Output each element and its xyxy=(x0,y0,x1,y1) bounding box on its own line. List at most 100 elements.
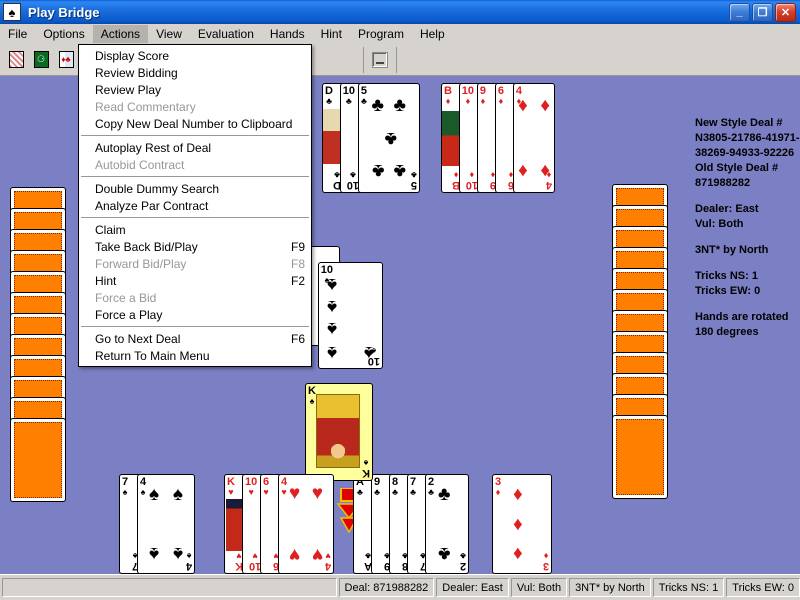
card-suit: ♣ xyxy=(410,488,416,497)
card-suit: ♥ xyxy=(263,488,268,497)
vulnerability-text: Vul: Both xyxy=(695,217,800,232)
trick-card-spade-king: K ♠ K ♠ xyxy=(305,383,373,481)
actions-dropdown-menu: Display Score Review Bidding Review Play… xyxy=(78,44,312,367)
menu-hands[interactable]: Hands xyxy=(262,25,313,43)
menu-help[interactable]: Help xyxy=(412,25,453,43)
menu-bar: File Options Actions View Evaluation Han… xyxy=(0,24,800,44)
status-tricks-ns: Tricks NS: 1 xyxy=(653,578,725,597)
south-card-diamond-3[interactable]: 3 ♦ 3 ♦ ♦ ♦ ♦ xyxy=(492,474,552,574)
menuitem-label: Take Back Bid/Play xyxy=(95,240,198,254)
menuitem-hint[interactable]: Hint F2 xyxy=(79,272,311,289)
menuitem-label: Copy New Deal Number to Clipboard xyxy=(95,117,292,131)
new-style-deal-label: New Style Deal # xyxy=(695,116,800,131)
card-suit: ♦ xyxy=(496,488,501,497)
menu-separator xyxy=(81,326,309,327)
menuitem-claim[interactable]: Claim xyxy=(79,221,311,238)
south-card-heart-4[interactable]: 4 ♥ 4 ♥ ♥ ♥ ♥ ♥ xyxy=(278,474,334,574)
north-card-diamond-4[interactable]: 4 ♦ 4 ♦ ♦ ♦ ♦ ♦ xyxy=(513,83,555,193)
restore-button[interactable]: ❐ xyxy=(752,3,773,22)
menuitem-autoplay-rest-of-deal[interactable]: Autoplay Rest of Deal xyxy=(79,139,311,156)
menuitem-force-a-play[interactable]: Force a Play xyxy=(79,306,311,323)
trick-card-spade-10: 10 ♠ 10 ♠ ♠ ♠ ♠ ♠ ♠ xyxy=(318,262,383,369)
menu-options[interactable]: Options xyxy=(35,25,92,43)
menuitem-label: Analyze Par Contract xyxy=(95,199,208,213)
menu-separator xyxy=(81,135,309,136)
card-back-icon xyxy=(9,51,24,68)
west-card-back[interactable] xyxy=(10,418,66,502)
card-suit: ♥ xyxy=(248,488,253,497)
card-suit: ♣ xyxy=(357,488,363,497)
card-rank: 5 xyxy=(411,179,417,190)
hands-button[interactable]: ♦♣ xyxy=(55,49,77,71)
status-bar: Deal: 871988282 Dealer: East Vul: Both 3… xyxy=(0,574,800,600)
menu-program[interactable]: Program xyxy=(350,25,412,43)
menuitem-read-commentary: Read Commentary xyxy=(79,98,311,115)
old-style-deal-label: Old Style Deal # xyxy=(695,161,800,176)
menuitem-review-play[interactable]: Review Play xyxy=(79,81,311,98)
menuitem-review-bidding[interactable]: Review Bidding xyxy=(79,64,311,81)
status-contract: 3NT* by North xyxy=(569,578,651,597)
deal-button[interactable]: ⚆ xyxy=(30,49,52,71)
card-suit: ♠ xyxy=(141,488,146,497)
menuitem-label: Force a Bid xyxy=(95,291,156,305)
menuitem-label: Claim xyxy=(95,223,126,237)
panel-button[interactable] xyxy=(369,49,391,71)
menuitem-go-to-next-deal[interactable]: Go to Next Deal F6 xyxy=(79,330,311,347)
window-controls: _ ❐ ✕ xyxy=(729,3,796,22)
card-suit: ♣ xyxy=(411,170,417,179)
east-card-back[interactable] xyxy=(612,415,668,499)
dealer-text: Dealer: East xyxy=(695,202,800,217)
new-style-deal-line2: 38269-94933-92226 xyxy=(695,146,800,161)
menuitem-analyze-par-contract[interactable]: Analyze Par Contract xyxy=(79,197,311,214)
close-button[interactable]: ✕ xyxy=(775,3,796,22)
card-suit: ♣ xyxy=(350,170,356,179)
south-card-club-2[interactable]: 2 ♣ 2 ♣ ♣ ♣ xyxy=(425,474,469,574)
menu-evaluation[interactable]: Evaluation xyxy=(190,25,262,43)
spade-icon: ♠ xyxy=(3,3,21,21)
menuitem-autobid-contract: Autobid Contract xyxy=(79,156,311,173)
menuitem-label: Return To Main Menu xyxy=(95,349,210,363)
menu-actions[interactable]: Actions xyxy=(93,25,148,43)
north-card-club-5[interactable]: 5 ♣ 5 ♣ ♣ ♣ ♣ ♣ ♣ xyxy=(358,83,420,193)
deal-info-panel: New Style Deal # N3805-21786-41971- 3826… xyxy=(695,116,800,340)
old-style-deal-value: 871988282 xyxy=(695,176,800,191)
menuitem-return-to-main-menu[interactable]: Return To Main Menu xyxy=(79,347,311,364)
menuitem-double-dummy-search[interactable]: Double Dummy Search xyxy=(79,180,311,197)
card-suit: ♦ xyxy=(454,170,459,179)
card-suit: ♥ xyxy=(228,488,233,497)
status-deal: Deal: 871988282 xyxy=(339,578,435,597)
menu-file[interactable]: File xyxy=(0,25,35,43)
minimize-button[interactable]: _ xyxy=(729,3,750,22)
menuitem-label: Hint xyxy=(95,274,116,288)
menuitem-forward-bid-play: Forward Bid/Play F8 xyxy=(79,255,311,272)
status-dealer: Dealer: East xyxy=(436,578,509,597)
menuitem-label: Go to Next Deal xyxy=(95,332,180,346)
split-hands-icon: ♦♣ xyxy=(59,51,74,68)
green-deal-icon: ⚆ xyxy=(34,51,49,68)
menu-separator xyxy=(81,176,309,177)
panel-icon xyxy=(372,52,388,68)
tricks-ew-text: Tricks EW: 0 xyxy=(695,284,800,299)
card-suit: ♣ xyxy=(374,488,380,497)
rotated-note-line1: Hands are rotated xyxy=(695,310,800,325)
menuitem-take-back-bid-play[interactable]: Take Back Bid/Play F9 xyxy=(79,238,311,255)
menuitem-copy-new-deal-number[interactable]: Copy New Deal Number to Clipboard xyxy=(79,115,311,132)
rotated-note-line2: 180 degrees xyxy=(695,325,800,340)
card-back-button[interactable] xyxy=(5,49,27,71)
menuitem-label: Forward Bid/Play xyxy=(95,257,186,271)
contract-text: 3NT* by North xyxy=(695,243,800,258)
menuitem-label: Autoplay Rest of Deal xyxy=(95,141,211,155)
south-card-spade-4[interactable]: 4 ♠ 4 ♠ ♠ ♠ ♠ ♠ xyxy=(137,474,195,574)
card-suit: ♥ xyxy=(281,488,286,497)
card-suit: ♣ xyxy=(428,488,434,497)
menuitem-label: Force a Play xyxy=(95,308,162,322)
menuitem-accel: F9 xyxy=(271,240,305,254)
menu-view[interactable]: View xyxy=(148,25,190,43)
menuitem-display-score[interactable]: Display Score xyxy=(79,47,311,64)
status-vul: Vul: Both xyxy=(511,578,567,597)
card-suit: ♠ xyxy=(123,488,128,497)
menu-hint[interactable]: Hint xyxy=(313,25,350,43)
menuitem-accel: F8 xyxy=(271,257,305,271)
status-tricks-ew: Tricks EW: 0 xyxy=(726,578,800,597)
menuitem-label: Review Play xyxy=(95,83,161,97)
